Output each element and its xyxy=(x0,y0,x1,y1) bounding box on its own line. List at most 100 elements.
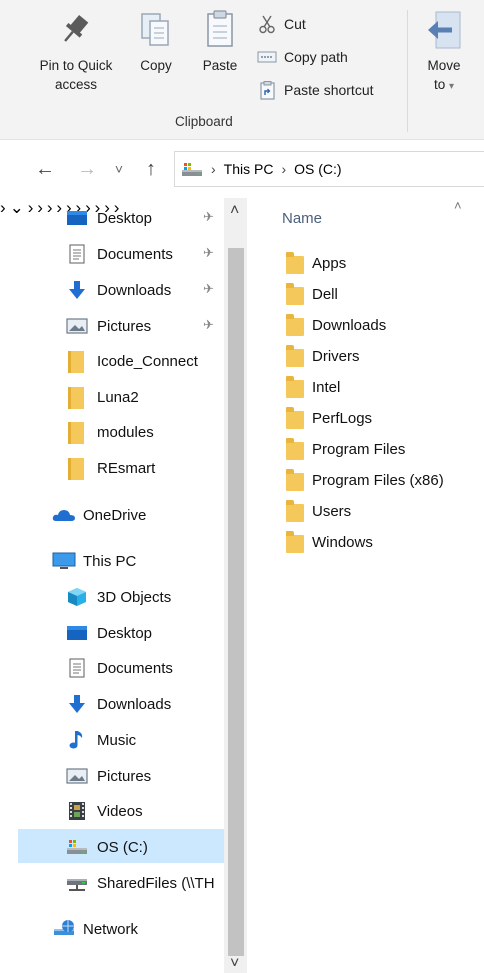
clipboard-group-label: Clipboard xyxy=(175,114,233,129)
file-item-intel[interactable]: Intel xyxy=(286,373,340,401)
computer-icon xyxy=(52,551,76,571)
music-icon xyxy=(66,730,88,750)
nav-documents[interactable]: Documents xyxy=(66,651,173,685)
file-name: Program Files (x86) xyxy=(312,471,444,489)
up-button[interactable]: ↑ xyxy=(138,154,164,184)
pin-to-quick-access-button[interactable]: Pin to Quick access xyxy=(28,8,124,94)
nav-label: SharedFiles (\\TH xyxy=(97,874,215,892)
file-item-drivers[interactable]: Drivers xyxy=(286,342,360,370)
pin-label-line2: access xyxy=(54,77,98,92)
drive-icon xyxy=(181,161,203,177)
quick-access-modules[interactable]: modules xyxy=(66,415,154,449)
copy-path-button[interactable]: Copy path xyxy=(257,46,348,68)
breadcrumb-separator[interactable]: › xyxy=(281,161,286,177)
folder-icon xyxy=(286,469,304,491)
nav-os-c-drive[interactable]: OS (C:) xyxy=(66,830,148,864)
quick-access-desktop[interactable]: Desktop xyxy=(66,201,152,235)
quick-access-resmart[interactable]: REsmart xyxy=(66,451,155,485)
file-item-dell[interactable]: Dell xyxy=(286,280,338,308)
file-name: Dell xyxy=(312,285,338,303)
folder-icon xyxy=(286,252,304,274)
onedrive-cloud-icon xyxy=(52,505,75,525)
paste-shortcut-label: Paste shortcut xyxy=(284,82,374,98)
forward-button[interactable]: → xyxy=(74,154,100,184)
folder-icon xyxy=(286,531,304,553)
scissors-icon xyxy=(257,14,277,34)
move-to-button[interactable]: Move to ▾ xyxy=(418,8,470,96)
ribbon: Pin to Quick access Copy Paste Cut Copy … xyxy=(0,0,484,140)
breadcrumb-separator[interactable]: › xyxy=(211,161,216,177)
file-item-program-files[interactable]: Program Files xyxy=(286,435,405,463)
address-breadcrumb[interactable]: › This PC › OS (C:) xyxy=(174,151,484,187)
file-item-windows[interactable]: Windows xyxy=(286,528,373,556)
nav-sharedfiles-drive[interactable]: SharedFiles (\\TH xyxy=(66,866,224,900)
nav-music[interactable]: Music xyxy=(66,723,136,757)
paste-label: Paste xyxy=(202,58,238,73)
nav-label: Downloads xyxy=(97,281,172,299)
back-arrow-icon: ← xyxy=(35,157,55,180)
nav-downloads[interactable]: Downloads xyxy=(66,687,171,721)
quick-access-documents[interactable]: Documents xyxy=(66,237,173,271)
file-item-apps[interactable]: Apps xyxy=(286,249,346,277)
folder-icon xyxy=(66,387,88,409)
chevron-right-icon[interactable]: › xyxy=(56,198,62,217)
quick-access-pictures[interactable]: Pictures xyxy=(66,309,151,343)
copy-button[interactable]: Copy xyxy=(133,8,179,75)
pinned-icon[interactable]: ✈ xyxy=(203,209,217,225)
pinned-icon[interactable]: ✈ xyxy=(203,281,217,297)
scroll-thumb[interactable] xyxy=(228,248,244,956)
quick-access-downloads[interactable]: Downloads xyxy=(66,273,171,307)
breadcrumb-os-c[interactable]: OS (C:) xyxy=(294,161,341,177)
chevron-right-icon[interactable]: › xyxy=(47,198,53,217)
nav-onedrive[interactable]: OneDrive xyxy=(52,498,146,532)
nav-label: modules xyxy=(97,423,154,441)
quick-access-icode-connect[interactable]: Icode_Connect xyxy=(66,344,198,378)
3d-objects-icon xyxy=(66,587,88,607)
nav-label: Desktop xyxy=(97,209,153,227)
nav-label: 3D Objects xyxy=(97,588,172,606)
up-arrow-icon: ↑ xyxy=(146,157,156,180)
nav-3d-objects[interactable]: 3D Objects xyxy=(66,580,171,614)
chevron-right-icon[interactable]: › xyxy=(37,198,43,217)
pinned-icon[interactable]: ✈ xyxy=(203,245,217,261)
cut-button[interactable]: Cut xyxy=(257,13,306,35)
nav-label: Luna2 xyxy=(97,388,139,406)
breadcrumb-this-pc[interactable]: This PC xyxy=(224,161,274,177)
nav-network[interactable]: Network xyxy=(52,912,138,946)
videos-icon xyxy=(66,801,88,821)
scroll-down-icon[interactable]: ˅ xyxy=(230,955,239,973)
paste-button[interactable]: Paste xyxy=(195,8,245,75)
chevron-down-icon: ˅ xyxy=(114,161,124,177)
scroll-up-icon[interactable]: ˄ xyxy=(230,202,239,220)
folder-icon xyxy=(286,314,304,336)
nav-scrollbar[interactable]: ˄ ˅ xyxy=(224,198,247,973)
paste-shortcut-icon xyxy=(257,80,277,100)
nav-label: Icode_Connect xyxy=(97,352,198,370)
pinned-icon[interactable]: ✈ xyxy=(203,317,217,333)
folder-icon xyxy=(66,458,88,480)
back-button[interactable]: ← xyxy=(30,154,60,184)
quick-access-luna2[interactable]: Luna2 xyxy=(66,380,139,414)
file-item-users[interactable]: Users xyxy=(286,497,351,525)
chevron-right-icon[interactable]: › xyxy=(28,198,34,217)
nav-this-pc[interactable]: This PC xyxy=(52,544,136,578)
nav-desktop[interactable]: Desktop xyxy=(66,616,152,650)
recent-locations-button[interactable]: ˅ xyxy=(110,154,128,184)
nav-label: This PC xyxy=(83,552,137,570)
copy-path-label: Copy path xyxy=(284,49,348,65)
file-item-program-files-x86[interactable]: Program Files (x86) xyxy=(286,466,444,494)
nav-pictures[interactable]: Pictures xyxy=(66,759,151,793)
folder-icon xyxy=(286,438,304,460)
nav-videos[interactable]: Videos xyxy=(66,794,143,828)
folder-icon xyxy=(286,283,304,305)
file-name: Drivers xyxy=(312,347,360,365)
paste-shortcut-button[interactable]: Paste shortcut xyxy=(257,79,374,101)
nav-label: Pictures xyxy=(97,767,152,785)
column-header-name[interactable]: Name xyxy=(282,210,322,227)
file-item-downloads[interactable]: Downloads xyxy=(286,311,386,339)
cut-label: Cut xyxy=(284,16,306,32)
file-item-perflogs[interactable]: PerfLogs xyxy=(286,404,372,432)
chevron-right-icon[interactable]: › xyxy=(0,198,6,217)
chevron-down-icon[interactable]: ⌄ xyxy=(10,198,24,217)
pin-label-line1: Pin to Quick xyxy=(39,58,113,73)
